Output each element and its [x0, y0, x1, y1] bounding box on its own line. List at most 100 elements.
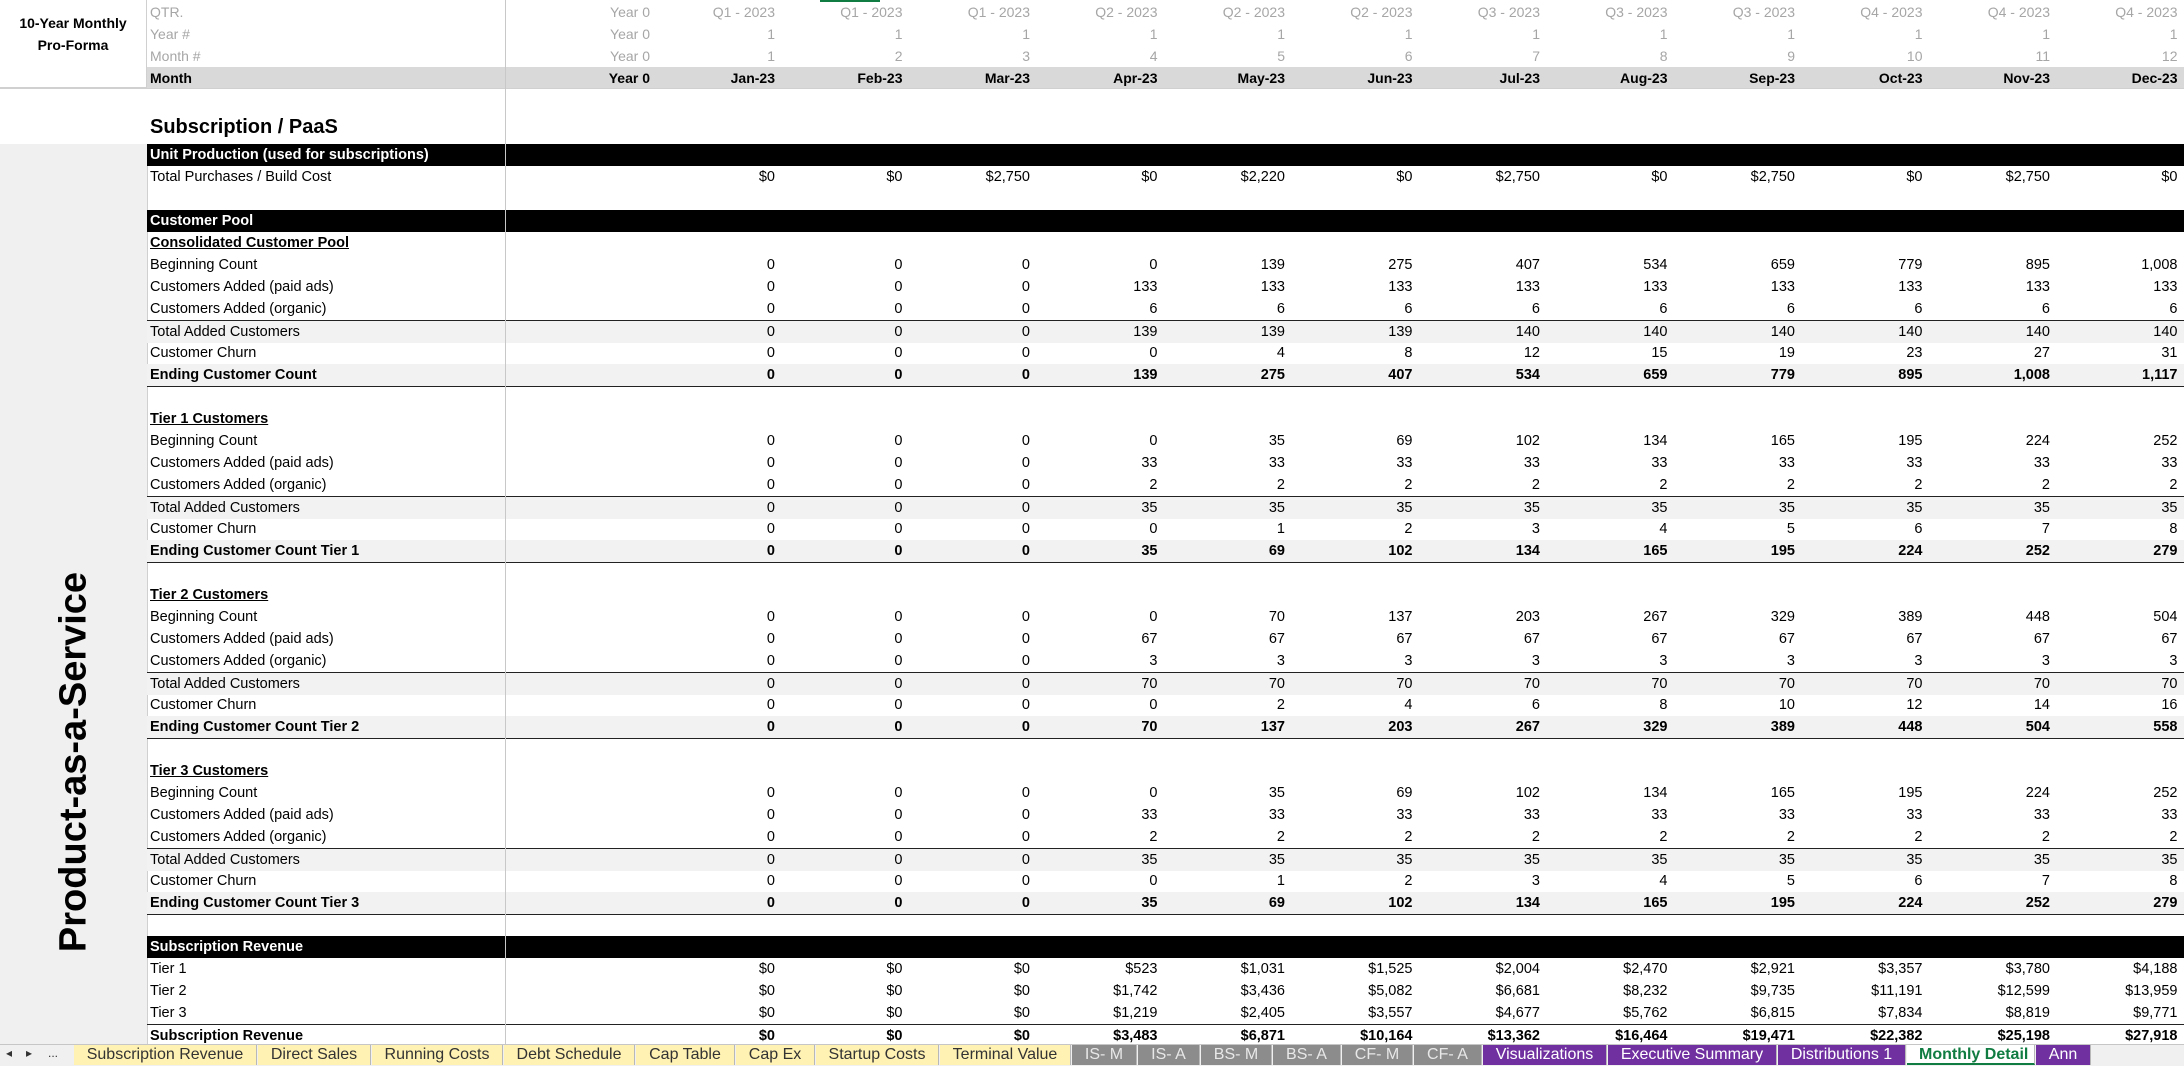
value-cell[interactable]: 0	[779, 540, 902, 562]
row-label[interactable]: Customers Added (organic)	[150, 826, 327, 848]
value-cell[interactable]: 33	[1161, 804, 1285, 826]
value-cell[interactable]: $0	[1289, 166, 1412, 188]
value-cell[interactable]: $1,031	[1161, 958, 1285, 980]
value-cell[interactable]: 4	[1289, 694, 1412, 716]
value-cell[interactable]: $2,750	[1671, 166, 1795, 188]
value-cell[interactable]: $2,750	[1926, 166, 2050, 188]
value-cell[interactable]: 279	[2054, 540, 2177, 562]
value-cell[interactable]: 6	[1799, 870, 1922, 892]
value-cell[interactable]: 267	[1416, 716, 1540, 738]
value-cell[interactable]: 33	[1926, 804, 2050, 826]
value-cell[interactable]: 0	[906, 276, 1030, 298]
row-label[interactable]: Total Added Customers	[150, 849, 300, 871]
value-cell[interactable]: $523	[1034, 958, 1157, 980]
value-cell[interactable]: 0	[651, 628, 775, 650]
value-cell[interactable]: 2	[1926, 826, 2050, 848]
value-cell[interactable]: 1,008	[2054, 254, 2177, 276]
value-cell[interactable]: 895	[1799, 364, 1922, 386]
sheet-tab[interactable]: Debt Schedule	[504, 1045, 635, 1065]
value-cell[interactable]: 35	[1416, 497, 1540, 519]
value-cell[interactable]: $4,677	[1416, 1002, 1540, 1024]
value-cell[interactable]: 0	[651, 364, 775, 386]
value-cell[interactable]: 8	[1289, 342, 1412, 364]
value-cell[interactable]: $2,470	[1544, 958, 1667, 980]
value-cell[interactable]: 67	[1289, 628, 1412, 650]
value-cell[interactable]: 140	[1544, 321, 1667, 343]
value-cell[interactable]: 33	[1289, 804, 1412, 826]
row-label[interactable]: Tier 3	[150, 1002, 187, 1024]
value-cell[interactable]: 67	[1161, 628, 1285, 650]
value-cell[interactable]: 33	[1799, 452, 1922, 474]
value-cell[interactable]: 139	[1034, 364, 1157, 386]
value-cell[interactable]: 224	[1926, 782, 2050, 804]
value-cell[interactable]: 35	[1034, 892, 1157, 914]
value-cell[interactable]: 0	[1034, 430, 1157, 452]
row-label[interactable]: Customers Added (organic)	[150, 298, 327, 320]
quarter-cell[interactable]: Q3 - 2023	[1416, 1, 1540, 23]
value-cell[interactable]: 70	[1161, 606, 1285, 628]
value-cell[interactable]: 0	[651, 321, 775, 343]
month-number-cell[interactable]: 9	[1671, 45, 1795, 67]
month-cell[interactable]: Aug-23	[1544, 67, 1667, 89]
value-cell[interactable]: 33	[1416, 804, 1540, 826]
value-cell[interactable]: $3,357	[1799, 958, 1922, 980]
value-cell[interactable]: 70	[1034, 716, 1157, 738]
value-cell[interactable]: 0	[651, 650, 775, 672]
value-cell[interactable]: 6	[2054, 298, 2177, 320]
month-number-cell[interactable]: 2	[779, 45, 903, 67]
month-number-cell[interactable]: 10	[1799, 45, 1923, 67]
row-label[interactable]: Customer Churn	[150, 694, 256, 716]
value-cell[interactable]: 33	[1671, 804, 1795, 826]
value-cell[interactable]: 0	[651, 540, 775, 562]
value-cell[interactable]: 35	[1161, 497, 1285, 519]
value-cell[interactable]: 165	[1544, 540, 1667, 562]
value-cell[interactable]: 33	[1544, 452, 1667, 474]
month-number-cell[interactable]: 12	[2054, 45, 2178, 67]
value-cell[interactable]: 2	[1161, 474, 1285, 496]
value-cell[interactable]: 70	[1926, 673, 2050, 695]
value-cell[interactable]: 224	[1926, 430, 2050, 452]
row-label[interactable]: Customers Added (organic)	[150, 474, 327, 496]
value-cell[interactable]: 0	[651, 474, 775, 496]
value-cell[interactable]: 139	[1289, 321, 1412, 343]
tab-scroll-right-icon[interactable]: ▸	[26, 1046, 32, 1060]
value-cell[interactable]: 140	[1671, 321, 1795, 343]
value-cell[interactable]: 0	[779, 849, 902, 871]
value-cell[interactable]: 139	[1161, 254, 1285, 276]
value-cell[interactable]: 0	[906, 452, 1030, 474]
value-cell[interactable]: 14	[1926, 694, 2050, 716]
value-cell[interactable]: 195	[1671, 892, 1795, 914]
value-cell[interactable]: 389	[1799, 606, 1922, 628]
month-number-cell[interactable]: 8	[1544, 45, 1668, 67]
value-cell[interactable]: 3	[1671, 650, 1795, 672]
value-cell[interactable]: $0	[1034, 166, 1157, 188]
value-cell[interactable]: $19,471	[1671, 1025, 1795, 1044]
sheet-tab[interactable]: IS- A	[1138, 1045, 1200, 1065]
value-cell[interactable]: 329	[1671, 606, 1795, 628]
value-cell[interactable]: 279	[2054, 892, 2177, 914]
row-label[interactable]: Total Purchases / Build Cost	[150, 166, 331, 188]
value-cell[interactable]: 275	[1161, 364, 1285, 386]
value-cell[interactable]: 3	[1034, 650, 1157, 672]
value-cell[interactable]: 165	[1671, 430, 1795, 452]
value-cell[interactable]: 35	[1544, 497, 1667, 519]
value-cell[interactable]: 0	[906, 870, 1030, 892]
value-cell[interactable]: 140	[1416, 321, 1540, 343]
value-cell[interactable]: 133	[1671, 276, 1795, 298]
value-cell[interactable]: 6	[1671, 298, 1795, 320]
value-cell[interactable]: 275	[1289, 254, 1412, 276]
row-label[interactable]: Beginning Count	[150, 254, 257, 276]
value-cell[interactable]: $1,525	[1289, 958, 1412, 980]
value-cell[interactable]: 2	[2054, 826, 2177, 848]
value-cell[interactable]: 0	[651, 497, 775, 519]
value-cell[interactable]: 0	[651, 254, 775, 276]
value-cell[interactable]: 102	[1416, 430, 1540, 452]
quarter-cell[interactable]: Q2 - 2023	[1034, 1, 1157, 23]
value-cell[interactable]: 0	[779, 826, 902, 848]
value-cell[interactable]: 69	[1289, 430, 1412, 452]
value-cell[interactable]: 0	[906, 254, 1030, 276]
value-cell[interactable]: $2,405	[1161, 1002, 1285, 1024]
value-cell[interactable]: 6	[1926, 298, 2050, 320]
value-cell[interactable]: $0	[906, 1002, 1030, 1024]
value-cell[interactable]: 133	[1799, 276, 1922, 298]
